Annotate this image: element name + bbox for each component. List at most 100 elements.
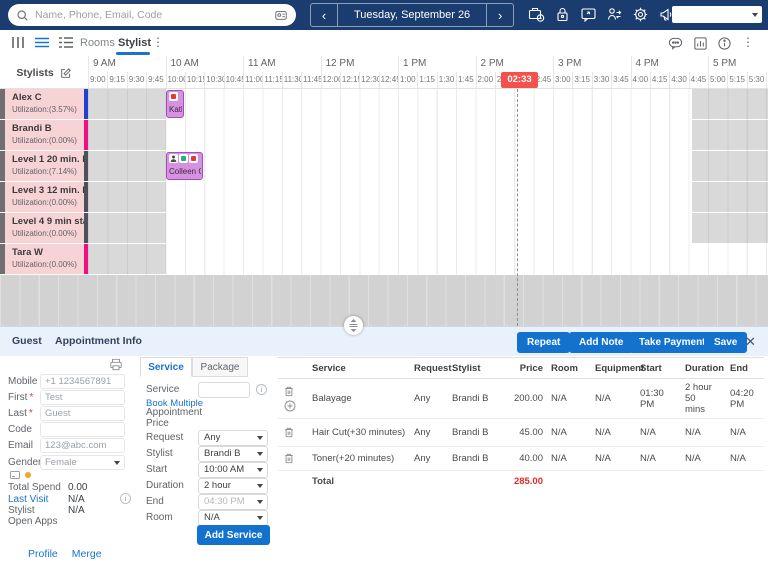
list-view-icon[interactable] bbox=[34, 36, 50, 49]
delete-service-icon[interactable] bbox=[284, 386, 294, 397]
appointment-block[interactable]: Kath bbox=[166, 90, 184, 118]
merge-link[interactable]: Merge bbox=[72, 548, 102, 560]
offtime-morning bbox=[88, 89, 166, 119]
info-icon[interactable]: i bbox=[120, 493, 131, 504]
cell: Hair Cut(+30 minutes) bbox=[312, 427, 406, 438]
time-header-hours: 9 AM 10 AM 11 AM 12 PM 1 PM 2 PM 3 PM 4 PM 5 PM bbox=[0, 56, 768, 72]
delete-service-icon[interactable] bbox=[284, 427, 294, 438]
time-tick: 1:30 bbox=[436, 72, 456, 88]
service-info-icon[interactable]: i bbox=[256, 384, 267, 395]
profile-link[interactable]: Profile bbox=[28, 548, 58, 560]
stylist-utilization: Utilization:(7.14%) bbox=[12, 167, 77, 176]
start-select[interactable]: 10:00 AM bbox=[198, 462, 268, 478]
field-label: Email bbox=[8, 440, 34, 451]
field-label: End bbox=[146, 496, 164, 507]
time-tick: 10:45 bbox=[223, 72, 243, 88]
guest-flow-icon[interactable] bbox=[606, 6, 623, 23]
scheduler-app: ‹ Tuesday, September 26 › bbox=[0, 0, 768, 561]
delete-service-icon[interactable] bbox=[284, 453, 294, 464]
appointment-block[interactable]: Colleen G bbox=[166, 152, 204, 180]
field-label: Room bbox=[146, 512, 173, 523]
date-navigator: ‹ Tuesday, September 26 › bbox=[310, 3, 515, 27]
service-input[interactable] bbox=[198, 382, 250, 398]
tab-guest[interactable]: Guest bbox=[12, 335, 42, 347]
guest-search[interactable] bbox=[8, 4, 296, 26]
last-visit-link[interactable]: Last Visit bbox=[8, 494, 48, 505]
add-note-button[interactable]: Add Note bbox=[569, 332, 634, 353]
table-total-row: Total 285.00 bbox=[278, 471, 764, 491]
time-tick: 12:00 bbox=[320, 72, 340, 88]
status-dot bbox=[191, 156, 196, 161]
center-selector-dropdown[interactable] bbox=[672, 6, 762, 23]
more-kebab-icon[interactable]: ⋮ bbox=[742, 35, 754, 49]
comments-icon[interactable] bbox=[668, 36, 683, 51]
appointment-price-label: Appointment Price bbox=[146, 407, 203, 429]
appointment-badges bbox=[169, 92, 182, 102]
current-date-label[interactable]: Tuesday, September 26 bbox=[337, 4, 488, 26]
booking-field-stylist: Stylist Brandi B bbox=[146, 446, 270, 462]
stylist-name-cell[interactable]: Level 4 9 min stand-up Utilization:(0.00%… bbox=[5, 213, 84, 243]
last-input[interactable]: Guest bbox=[40, 406, 125, 421]
time-tick: 5:15 bbox=[727, 72, 746, 88]
green-status-icon bbox=[179, 154, 188, 163]
stylist-select[interactable]: Brandi B bbox=[198, 446, 268, 462]
code-input[interactable] bbox=[40, 422, 125, 437]
tab-appointment-info[interactable]: Appointment Info bbox=[55, 335, 142, 347]
lock-icon[interactable] bbox=[554, 6, 571, 23]
column-view-icon[interactable] bbox=[10, 36, 26, 49]
offtime-evening bbox=[692, 89, 768, 119]
room-select[interactable]: N/A bbox=[198, 510, 268, 526]
end-select[interactable]: 04:30 PM bbox=[198, 494, 268, 510]
offtime-morning bbox=[88, 244, 166, 274]
mobile-input[interactable]: +1 1234567891 bbox=[40, 374, 125, 389]
scan-id-icon[interactable] bbox=[274, 8, 288, 22]
tab-rooms[interactable]: Rooms bbox=[80, 37, 115, 49]
reports-icon[interactable] bbox=[693, 36, 708, 51]
stylist-name-cell[interactable]: Brandi B Utilization:(0.00%) bbox=[5, 120, 84, 150]
tab-service[interactable]: Service bbox=[140, 357, 192, 377]
save-button[interactable]: Save bbox=[704, 332, 748, 353]
first-input[interactable]: Test bbox=[40, 390, 125, 405]
stylist-name-cell[interactable]: Alex C Utilization:(3.57%) bbox=[5, 89, 84, 119]
email-input[interactable]: 123@abc.com bbox=[40, 438, 125, 453]
stylist-utilization: Utilization:(0.00%) bbox=[12, 136, 77, 145]
time-tick: 9:15 bbox=[107, 72, 126, 88]
stylist-name-cell[interactable]: Level 1 20 min. laydown Utilization:(7.14… bbox=[5, 151, 84, 181]
field-label: Stylist bbox=[146, 448, 173, 459]
cell: N/A bbox=[551, 393, 567, 404]
gender-input[interactable]: Female bbox=[40, 455, 125, 470]
duration-select[interactable]: 2 hour bbox=[198, 478, 268, 494]
cell: Any bbox=[414, 453, 431, 464]
register-icon[interactable] bbox=[528, 6, 545, 23]
cell: Toner(+20 minutes) bbox=[312, 453, 395, 464]
next-day-button[interactable]: › bbox=[487, 4, 513, 26]
column-header: Room bbox=[551, 362, 578, 374]
services-table: Service Request Stylist Price Room Equipment S… bbox=[278, 357, 764, 491]
panel-resize-handle[interactable] bbox=[344, 316, 363, 335]
tab-options-kebab-icon[interactable]: ⋮ bbox=[152, 35, 164, 49]
agenda-view-icon[interactable] bbox=[58, 36, 74, 49]
search-input[interactable] bbox=[35, 9, 268, 21]
cell: 04:20 PM bbox=[730, 387, 754, 410]
tab-stylist[interactable]: Stylist bbox=[118, 37, 151, 49]
appointment-guest-name: Colleen G bbox=[169, 167, 202, 176]
tab-package[interactable]: Package bbox=[192, 357, 248, 377]
prev-day-button[interactable]: ‹ bbox=[311, 4, 337, 26]
feedback-icon[interactable] bbox=[580, 6, 597, 23]
time-tick: 5:30 bbox=[746, 72, 766, 88]
take-payment-button[interactable]: Take Payment bbox=[629, 332, 716, 353]
repeat-button[interactable]: Repeat bbox=[517, 332, 571, 353]
stylist-name-cell[interactable]: Tara W Utilization:(0.00%) bbox=[5, 244, 84, 274]
field-label: Duration bbox=[146, 480, 184, 491]
settings-gear-icon[interactable] bbox=[632, 6, 649, 23]
add-line-icon[interactable] bbox=[284, 400, 296, 412]
request-select[interactable]: Any bbox=[198, 430, 268, 446]
info-icon[interactable] bbox=[717, 36, 732, 51]
stylist-name-cell[interactable]: Level 3 12 min. laydown Utilization:(0.00… bbox=[5, 182, 84, 212]
close-panel-icon[interactable]: ✕ bbox=[745, 334, 756, 350]
booking-field-duration: Duration 2 hour bbox=[146, 478, 270, 494]
stylist-row: Level 4 9 min stand-up Utilization:(0.00%… bbox=[0, 213, 768, 244]
add-service-button[interactable]: Add Service bbox=[197, 525, 270, 545]
print-icon[interactable] bbox=[109, 358, 123, 371]
